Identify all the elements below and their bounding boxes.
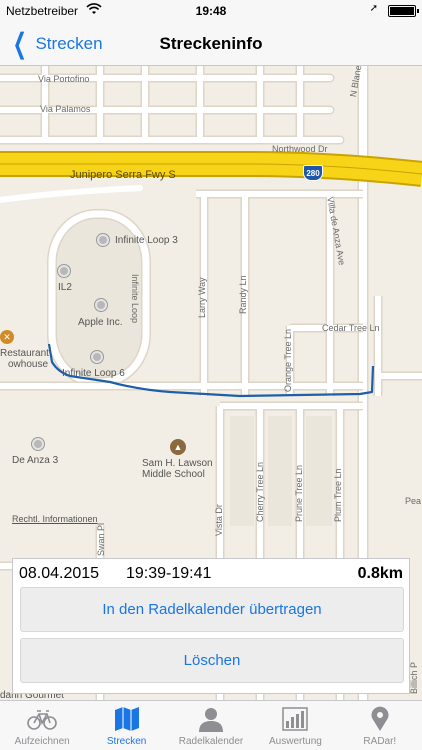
tab-bar: Aufzeichnen Strecken Radelkalender Auswe… bbox=[0, 700, 422, 750]
tab-label: Strecken bbox=[106, 736, 147, 747]
tab-label: Radelkalender bbox=[178, 736, 244, 747]
street-label: Infinite Loop bbox=[130, 274, 140, 324]
street-label: Billich P bbox=[409, 661, 419, 694]
fork-knife-icon[interactable]: ✕ bbox=[0, 330, 14, 344]
route-info-card: 08.04.2015 19:39-19:41 0.8km In den Rade… bbox=[12, 558, 410, 694]
poi-marker[interactable] bbox=[95, 299, 107, 311]
poi-label: Infinite Loop 3 bbox=[115, 235, 178, 246]
school-icon[interactable]: ▲ bbox=[170, 439, 186, 455]
location-pin-icon bbox=[365, 706, 395, 732]
street-label: Prune Tree Ln bbox=[294, 464, 304, 522]
route-date: 08.04.2015 bbox=[19, 565, 100, 582]
street-label: Orange Tree Ln bbox=[283, 328, 293, 392]
freeway-label: Junipero Serra Fwy S bbox=[70, 169, 176, 181]
status-time: 19:48 bbox=[195, 4, 227, 18]
bar-chart-icon bbox=[280, 706, 310, 732]
legal-info-link[interactable]: Rechtl. Informationen bbox=[12, 514, 98, 524]
tab-radar[interactable]: RADar! bbox=[338, 701, 422, 750]
poi-label: owhouse bbox=[8, 359, 49, 370]
street-label: Pea bbox=[405, 496, 422, 506]
street-label: Cedar Tree Ln bbox=[322, 323, 380, 333]
poi-marker[interactable] bbox=[32, 438, 44, 450]
poi-marker[interactable] bbox=[97, 234, 109, 246]
person-icon bbox=[196, 706, 226, 732]
poi-label: Restaurant bbox=[0, 348, 49, 359]
poi-marker[interactable] bbox=[91, 351, 103, 363]
street-label: Northwood Dr bbox=[272, 144, 328, 154]
street-label: Cherry Tree Ln bbox=[255, 461, 265, 522]
tab-strecken[interactable]: Strecken bbox=[84, 701, 168, 750]
street-label: Swan Pl bbox=[96, 522, 106, 556]
page-title: Streckeninfo bbox=[159, 34, 263, 53]
poi-label: Middle School bbox=[142, 469, 205, 480]
location-arrow-icon: ➚ bbox=[369, 3, 378, 14]
poi-label: Sam H. Lawson bbox=[142, 458, 213, 469]
street-label: Plum Tree Ln bbox=[333, 468, 343, 522]
street-label: Randy Ln bbox=[238, 275, 248, 314]
map-icon bbox=[112, 706, 142, 732]
poi-label: De Anza 3 bbox=[12, 455, 59, 466]
street-label: Via Palamos bbox=[40, 104, 91, 114]
navigation-bar: ❮ Strecken Streckeninfo bbox=[0, 22, 422, 66]
add-to-calendar-button[interactable]: In den Radelkalender übertragen bbox=[20, 587, 404, 632]
poi-marker[interactable] bbox=[58, 265, 70, 277]
route-distance: 0.8km bbox=[357, 565, 403, 582]
tab-auswertung[interactable]: Auswertung bbox=[253, 701, 337, 750]
bicycle-icon bbox=[27, 706, 58, 732]
tab-label: Aufzeichnen bbox=[14, 736, 70, 747]
route-time-range: 19:39-19:41 bbox=[126, 565, 212, 582]
street-label: Vista Dr bbox=[214, 504, 224, 536]
poi-label: IL2 bbox=[58, 282, 72, 293]
battery-icon bbox=[388, 5, 419, 17]
street-label: Larry Way bbox=[197, 277, 207, 318]
delete-button[interactable]: Löschen bbox=[20, 638, 404, 683]
tab-label: Auswertung bbox=[269, 736, 322, 747]
tab-label: RADar! bbox=[363, 736, 397, 747]
poi-label: Apple Inc. bbox=[78, 317, 123, 328]
poi-label: Infinite Loop 6 bbox=[62, 368, 125, 379]
street-label: Via Portofino bbox=[38, 74, 90, 84]
tab-aufzeichnen[interactable]: Aufzeichnen bbox=[0, 701, 84, 750]
interstate-280-shield-icon: 280 bbox=[303, 165, 323, 181]
route-summary-row: 08.04.2015 19:39-19:41 0.8km bbox=[19, 565, 403, 585]
tab-radelkalender[interactable]: Radelkalender bbox=[169, 701, 253, 750]
status-bar: Netzbetreiber 19:48 ➚ bbox=[0, 0, 422, 22]
